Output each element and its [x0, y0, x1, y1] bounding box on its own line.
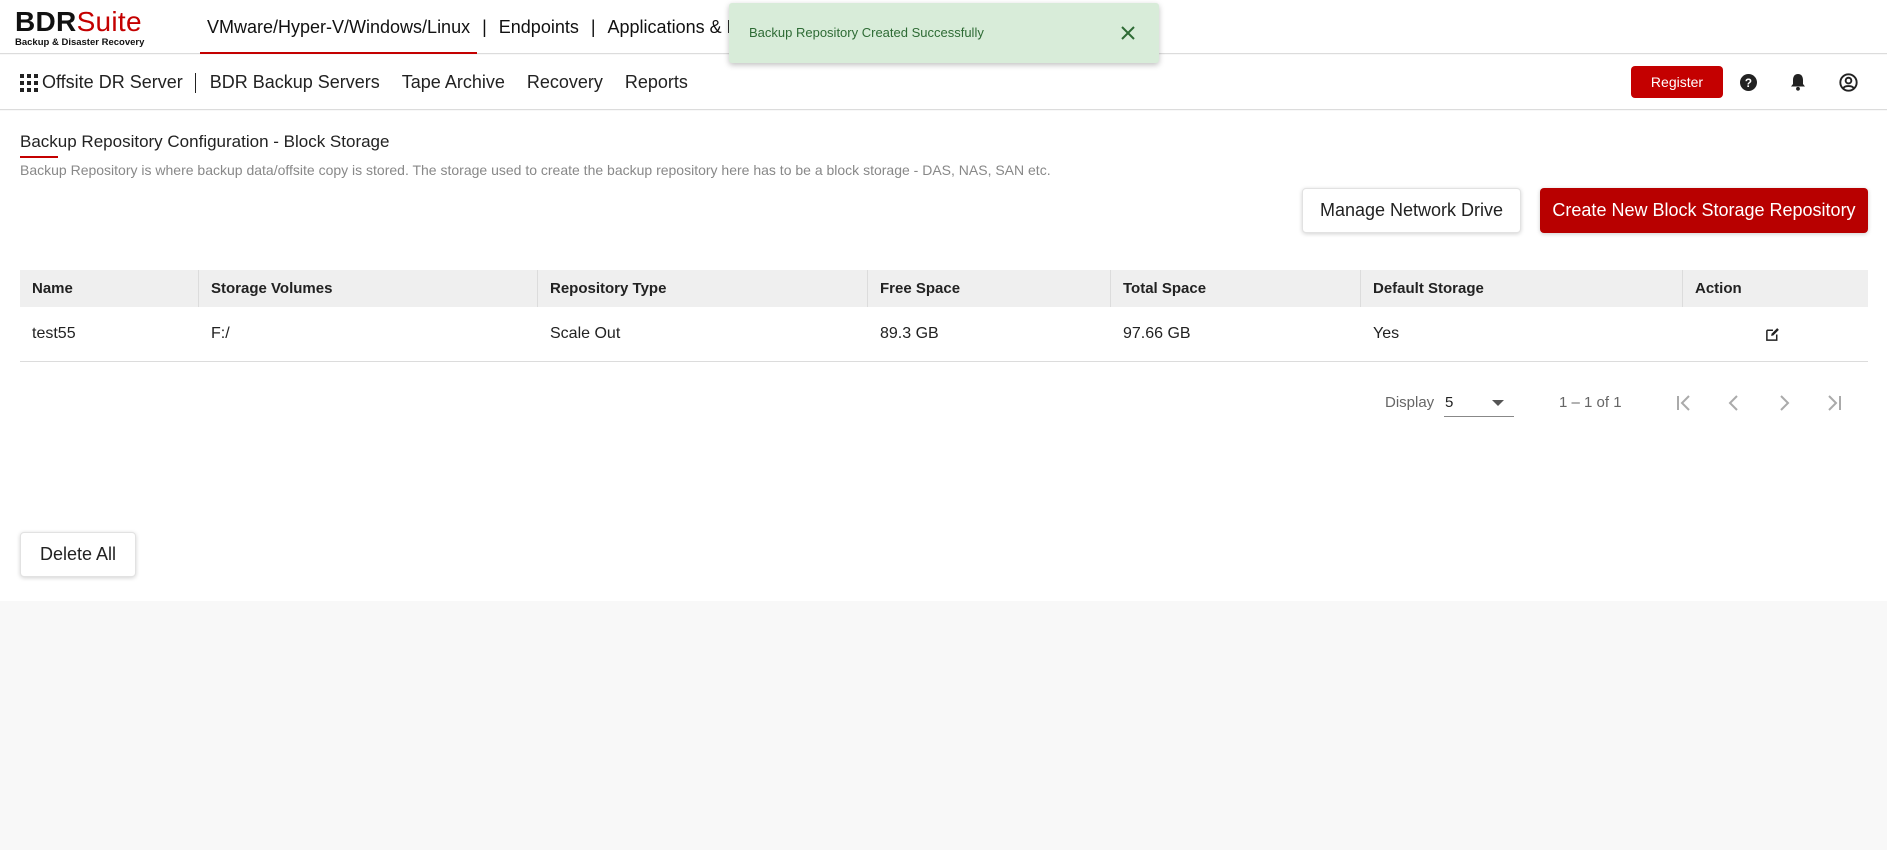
- sub-nav: Offsite DR Server BDR Backup Servers Tap…: [42, 55, 710, 110]
- toast-message: Backup Repository Created Successfully: [749, 25, 984, 40]
- next-page-icon[interactable]: [1771, 390, 1797, 416]
- display-label: Display: [1385, 394, 1435, 411]
- sub-header: Offsite DR Server BDR Backup Servers Tap…: [0, 55, 1887, 110]
- cell-repository-type: Scale Out: [550, 325, 621, 342]
- column-header-name[interactable]: Name: [20, 270, 199, 307]
- page-size-select[interactable]: 5: [1444, 388, 1514, 417]
- apps-grid-icon[interactable]: [20, 74, 38, 92]
- top-nav-item-applications[interactable]: Applications & D: [601, 0, 747, 54]
- page-description: Backup Repository is where backup data/o…: [20, 162, 1051, 178]
- top-nav-item-endpoints[interactable]: Endpoints: [492, 0, 586, 54]
- logo-wordmark: BDRSuite: [15, 8, 145, 36]
- table-header: Name Storage Volumes Repository Type Fre…: [20, 270, 1868, 307]
- logo-brand-bold: BDR: [15, 6, 77, 37]
- cell-default-storage: Yes: [1373, 325, 1400, 342]
- column-header-default-storage[interactable]: Default Storage: [1361, 270, 1683, 307]
- create-repository-button[interactable]: Create New Block Storage Repository: [1540, 188, 1868, 233]
- cell-free-space: 89.3 GB: [880, 325, 939, 342]
- column-header-total-space[interactable]: Total Space: [1111, 270, 1361, 307]
- delete-all-button[interactable]: Delete All: [20, 532, 136, 577]
- bell-icon[interactable]: [1788, 72, 1808, 92]
- sub-nav-bdr-backup-servers[interactable]: BDR Backup Servers: [210, 72, 380, 93]
- edit-icon[interactable]: [1763, 325, 1781, 343]
- column-header-storage-volumes[interactable]: Storage Volumes: [199, 270, 538, 307]
- cell-total-space: 97.66 GB: [1123, 325, 1191, 342]
- cell-action: [1683, 307, 1868, 361]
- title-underline: [20, 156, 58, 158]
- logo-brand-accent: Suite: [76, 6, 142, 37]
- register-button[interactable]: Register: [1631, 66, 1723, 98]
- user-icon[interactable]: [1838, 72, 1858, 92]
- top-nav-separator: |: [482, 16, 487, 37]
- logo-tagline: Backup & Disaster Recovery: [15, 37, 145, 48]
- page-title: Backup Repository Configuration - Block …: [20, 132, 390, 151]
- column-header-action: Action: [1695, 280, 1742, 297]
- column-header-free-space[interactable]: Free Space: [868, 270, 1111, 307]
- prev-page-icon[interactable]: [1721, 390, 1747, 416]
- bdrsuite-logo[interactable]: BDRSuite Backup & Disaster Recovery: [15, 8, 145, 49]
- manage-network-drive-button[interactable]: Manage Network Drive: [1302, 188, 1521, 233]
- last-page-icon[interactable]: [1821, 390, 1847, 416]
- column-header-repository-type[interactable]: Repository Type: [538, 270, 868, 307]
- sub-nav-reports[interactable]: Reports: [625, 72, 688, 93]
- sub-nav-separator: [194, 72, 196, 93]
- repository-table: Name Storage Volumes Repository Type Fre…: [20, 270, 1868, 362]
- sub-nav-tape-archive[interactable]: Tape Archive: [402, 72, 505, 93]
- first-page-icon[interactable]: [1671, 390, 1697, 416]
- help-icon[interactable]: ?: [1738, 72, 1758, 92]
- pagination: Display 5 1 – 1 of 1: [0, 388, 1887, 418]
- top-nav: VMware/Hyper-V/Windows/Linux | Endpoints…: [200, 0, 747, 54]
- top-nav-separator: |: [590, 16, 596, 37]
- success-toast: Backup Repository Created Successfully: [729, 3, 1159, 63]
- page-size-value: 5: [1445, 394, 1454, 411]
- close-icon[interactable]: [1118, 23, 1138, 43]
- cell-storage-volumes: F:/: [211, 325, 230, 342]
- chevron-down-icon: [1492, 400, 1504, 406]
- sub-nav-offsite-dr-server[interactable]: Offsite DR Server: [42, 72, 195, 93]
- page-range: 1 – 1 of 1: [1559, 394, 1622, 411]
- svg-text:?: ?: [1744, 76, 1751, 89]
- sub-nav-recovery[interactable]: Recovery: [527, 72, 603, 93]
- table-row: test55 F:/ Scale Out 89.3 GB 97.66 GB Ye…: [20, 307, 1868, 362]
- cell-name: test55: [32, 325, 76, 342]
- top-nav-item-vmware[interactable]: VMware/Hyper-V/Windows/Linux: [200, 0, 478, 54]
- main-content: Backup Repository Configuration - Block …: [0, 111, 1887, 601]
